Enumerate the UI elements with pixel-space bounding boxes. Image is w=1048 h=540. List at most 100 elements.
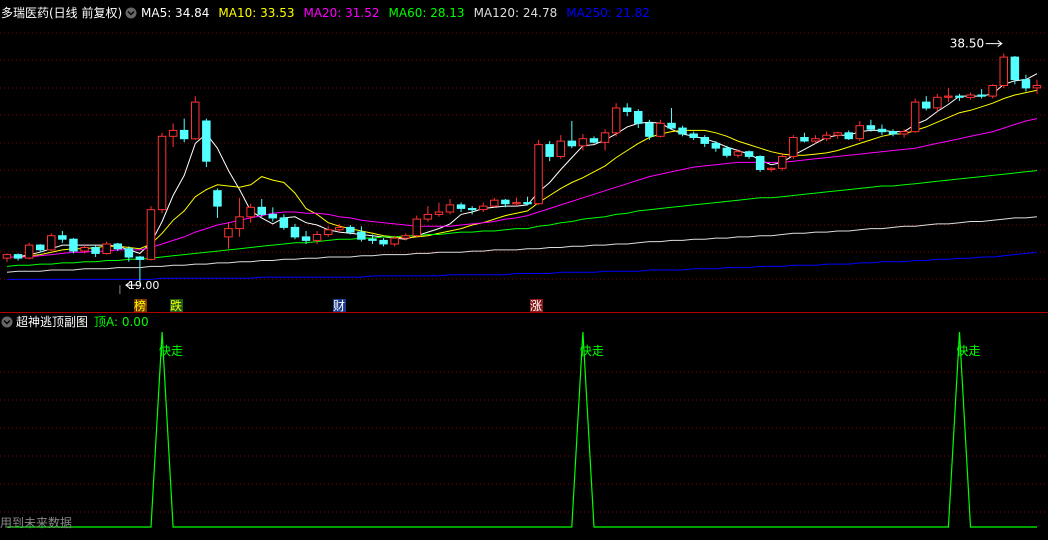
candle[interactable] (700, 135, 709, 147)
candle-body-up (966, 94, 975, 98)
event-marker[interactable]: 涨 (530, 298, 543, 313)
candle[interactable] (69, 238, 78, 254)
event-marker[interactable]: 跌 (170, 298, 183, 313)
candle[interactable] (877, 124, 887, 136)
candle-body-up (855, 125, 864, 140)
event-markers[interactable]: 榜跌财涨 (134, 298, 543, 313)
candle-body-up (401, 235, 410, 239)
candle-body-up (423, 213, 433, 220)
dropdown-icon[interactable] (1, 316, 13, 328)
candle[interactable] (102, 241, 111, 255)
candle[interactable] (966, 92, 975, 100)
candle[interactable] (268, 207, 277, 222)
candle[interactable] (711, 141, 721, 152)
candle[interactable] (523, 196, 532, 205)
candle[interactable] (1032, 79, 1042, 94)
candle[interactable] (667, 107, 676, 130)
candle[interactable] (778, 152, 787, 171)
candle[interactable] (855, 120, 864, 142)
candle[interactable] (755, 155, 765, 172)
candle[interactable] (733, 149, 743, 158)
candle-body-up (445, 204, 455, 213)
candle-body-down (700, 137, 709, 144)
candle[interactable] (822, 131, 831, 142)
event-marker[interactable]: 财 (333, 299, 346, 313)
candle-body-up (434, 211, 444, 215)
candle[interactable] (202, 118, 211, 168)
candle[interactable] (434, 202, 444, 217)
candle[interactable] (323, 226, 333, 237)
candle[interactable] (2, 253, 12, 262)
candle[interactable] (412, 215, 421, 237)
candle[interactable] (600, 129, 610, 151)
candle[interactable] (157, 132, 167, 214)
candle[interactable] (611, 103, 621, 137)
candle[interactable] (191, 96, 200, 140)
candle[interactable] (235, 197, 244, 237)
candle-body-down (645, 122, 654, 137)
candle[interactable] (257, 199, 266, 217)
candle[interactable] (999, 53, 1008, 88)
stock-chart-svg[interactable]: 多瑞医药(日线 前复权) MA5: 34.84 MA10: 33.53 MA20: … (0, 0, 1048, 536)
candle[interactable] (179, 118, 189, 143)
candle[interactable] (213, 188, 222, 218)
candle-body-down (69, 238, 78, 252)
candle[interactable] (567, 120, 577, 149)
candle[interactable] (545, 141, 554, 162)
candle[interactable] (146, 206, 156, 261)
event-marker-text: 跌 (170, 298, 182, 313)
candle[interactable] (634, 109, 643, 129)
candle[interactable] (589, 136, 599, 144)
candle[interactable] (290, 223, 300, 240)
candle-body-up (2, 254, 12, 259)
candle-body-down (634, 111, 643, 124)
candle[interactable] (844, 130, 853, 140)
candle-body-down (113, 243, 122, 250)
candle[interactable] (279, 214, 289, 230)
candle-body-down (290, 226, 300, 238)
candle[interactable] (490, 197, 499, 208)
candle[interactable] (910, 98, 920, 133)
event-marker[interactable]: 榜 (134, 298, 147, 313)
candle-body-up (733, 151, 743, 156)
candle[interactable] (800, 132, 809, 143)
candle[interactable] (977, 89, 986, 99)
candle[interactable] (1021, 74, 1031, 92)
candle[interactable] (379, 238, 388, 247)
candle[interactable] (13, 253, 23, 261)
candle[interactable] (445, 199, 455, 215)
candle[interactable] (168, 123, 178, 147)
candle[interactable] (556, 135, 565, 159)
candle[interactable] (944, 87, 953, 103)
candle[interactable] (922, 96, 931, 111)
candle[interactable] (789, 135, 798, 159)
candle[interactable] (933, 93, 942, 112)
candle[interactable] (988, 84, 997, 99)
candle[interactable] (833, 131, 842, 139)
candle[interactable] (744, 150, 754, 159)
candle[interactable] (689, 131, 698, 140)
candle[interactable] (866, 119, 876, 132)
quick-exit-label: 快走 (956, 344, 980, 358)
candle[interactable] (24, 242, 34, 260)
dropdown-icon[interactable] (125, 7, 137, 19)
candle[interactable] (479, 202, 488, 213)
candle-body-down (368, 238, 377, 241)
candle[interactable] (622, 103, 632, 117)
candle[interactable] (47, 233, 56, 252)
candle[interactable] (58, 230, 67, 243)
candle-body-down (301, 236, 311, 241)
candle[interactable] (456, 202, 466, 213)
candle[interactable] (955, 93, 964, 101)
candle[interactable] (423, 206, 433, 222)
low-price-label: 19.00 (128, 279, 160, 292)
candle[interactable] (467, 206, 477, 215)
candle[interactable] (656, 119, 665, 138)
candle[interactable] (1010, 55, 1020, 85)
candle[interactable] (357, 226, 366, 242)
candle[interactable] (512, 197, 521, 207)
candle[interactable] (224, 222, 233, 249)
candle[interactable] (766, 167, 776, 172)
candle[interactable] (534, 139, 543, 205)
candle[interactable] (888, 129, 898, 137)
